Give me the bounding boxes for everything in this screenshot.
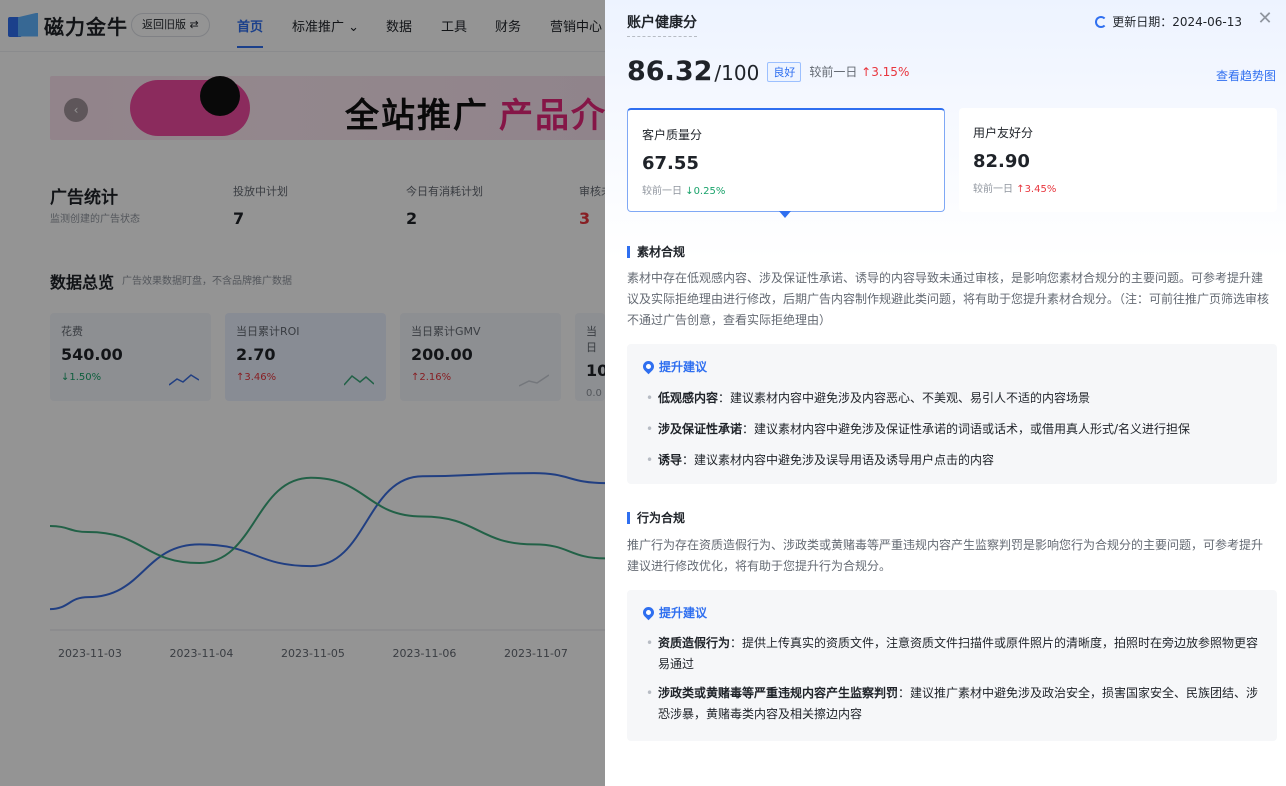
location-pin-icon	[640, 604, 657, 621]
account-health-drawer: 账户健康分 更新日期：2024-06-13 ✕ 86.32 /100 良好 较前…	[605, 0, 1286, 786]
card-customer-quality[interactable]: 客户质量分 67.55 较前一日 ↓0.25%	[627, 108, 945, 212]
advice-title: 提升建议	[640, 604, 1261, 621]
health-score: 86.32 /100 良好 较前一日 ↑3.15%	[627, 56, 909, 87]
modal-overlay[interactable]	[0, 0, 605, 786]
advice-title: 提升建议	[640, 358, 1261, 375]
advice-item: 涉政类或黄赌毒等严重违规内容产生监察判罚：建议推广素材中避免涉及政治安全，损害国…	[643, 683, 1261, 725]
score-badge: 良好	[767, 62, 802, 82]
section-title-material: 素材合规	[627, 246, 685, 258]
score-compare: 较前一日 ↑3.15%	[809, 65, 910, 79]
advice-item: 资质造假行为：提供上传真实的资质文件，注意资质文件扫描件或原件照片的清晰度，拍照…	[643, 633, 1261, 675]
score-total: /100	[714, 61, 760, 85]
selected-caret-icon	[779, 211, 791, 218]
close-icon[interactable]: ✕	[1256, 10, 1274, 28]
section-title-behavior: 行为合规	[627, 512, 685, 524]
card-user-friendly[interactable]: 用户友好分 82.90 较前一日 ↑3.45%	[959, 108, 1277, 212]
advice-box-material: 提升建议 低观感内容：建议素材内容中避免涉及内容恶心、不美观、易引人不适的内容场…	[627, 344, 1277, 484]
section-desc-material: 素材中存在低观感内容、涉及保证性承诺、诱导的内容导致未通过审核，是影响您素材合规…	[627, 271, 1270, 327]
advice-item: 低观感内容：建议素材内容中避免涉及内容恶心、不美观、易引人不适的内容场景	[643, 388, 1261, 409]
advice-box-behavior: 提升建议 资质造假行为：提供上传真实的资质文件，注意资质文件扫描件或原件照片的清…	[627, 590, 1277, 741]
section-desc-behavior: 推广行为存在资质造假行为、涉政类或黄赌毒等严重违规内容产生监察判罚是影响您行为合…	[627, 538, 1264, 573]
location-pin-icon	[640, 358, 657, 375]
advice-item: 涉及保证性承诺：建议素材内容中避免涉及保证性承诺的词语或话术，或借用真人形式/名…	[643, 419, 1261, 440]
advice-item: 诱导：建议素材内容中避免涉及误导用语及诱导用户点击的内容	[643, 450, 1261, 471]
update-date: 更新日期：2024-06-13	[1095, 13, 1242, 30]
update-date-text: 更新日期：2024-06-13	[1112, 15, 1242, 29]
score-value: 86.32	[627, 56, 713, 87]
view-trend-link[interactable]: 查看趋势图	[1216, 67, 1276, 84]
drawer-title: 账户健康分	[627, 12, 697, 37]
refresh-icon[interactable]	[1095, 15, 1108, 28]
